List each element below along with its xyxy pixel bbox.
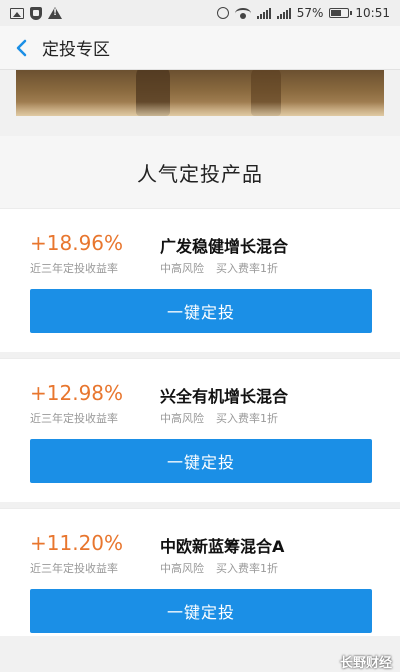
product-return-rate: +11.20% — [30, 531, 124, 555]
product-name[interactable]: 中欧新蓝筹混合A — [160, 533, 284, 557]
warning-icon — [48, 7, 62, 19]
wifi-icon — [234, 7, 251, 19]
product-risk: 中高风险 — [160, 562, 204, 575]
product-return-label: 近三年定投收益率 — [30, 412, 118, 425]
product-name[interactable]: 兴全有机增长混合 — [160, 383, 288, 407]
signal-icon — [276, 7, 291, 19]
product-meta: 中高风险 买入费率1折 — [160, 260, 278, 276]
watermark: 长野财经 — [339, 656, 392, 671]
product-risk: 中高风险 — [160, 412, 204, 425]
alarm-icon — [216, 7, 229, 19]
one-click-invest-button[interactable]: 一键定投 — [30, 589, 372, 633]
image-icon — [10, 7, 24, 19]
shield-icon — [30, 6, 42, 20]
one-click-invest-button[interactable]: 一键定投 — [30, 439, 372, 483]
product-meta: 中高风险 买入费率1折 — [160, 560, 278, 576]
section-title: 人气定投产品 — [137, 161, 263, 186]
nav-bar: 定投专区 — [0, 26, 400, 70]
clock-time: 10:51 — [355, 6, 390, 20]
one-click-invest-button[interactable]: 一键定投 — [30, 289, 372, 333]
product-return-label: 近三年定投收益率 — [30, 262, 118, 275]
product-card: +12.98% 近三年定投收益率 兴全有机增长混合 中高风险 买入费率1折 一键… — [0, 358, 400, 502]
status-bar: 57% 10:51 — [0, 0, 400, 26]
status-right: 57% 10:51 — [216, 6, 390, 20]
product-fee: 买入费率1折 — [216, 262, 278, 275]
signal-icon — [256, 7, 271, 19]
section-header: 人气定投产品 — [0, 136, 400, 208]
chevron-left-icon[interactable] — [12, 39, 30, 57]
product-name[interactable]: 广发稳健增长混合 — [160, 233, 288, 257]
product-meta: 中高风险 买入费率1折 — [160, 410, 278, 426]
product-return-rate: +12.98% — [30, 381, 124, 405]
product-return-rate: +18.96% — [30, 231, 124, 255]
product-fee: 买入费率1折 — [216, 412, 278, 425]
battery-percent: 57% — [296, 6, 324, 20]
battery-icon — [329, 8, 353, 18]
product-return-label: 近三年定投收益率 — [30, 562, 118, 575]
product-card: +11.20% 近三年定投收益率 中欧新蓝筹混合A 中高风险 买入费率1折 一键… — [0, 508, 400, 636]
product-card: +18.96% 近三年定投收益率 广发稳健增长混合 中高风险 买入费率1折 一键… — [0, 208, 400, 352]
banner-image[interactable] — [16, 70, 384, 116]
product-risk: 中高风险 — [160, 262, 204, 275]
status-left — [10, 6, 62, 20]
product-fee: 买入费率1折 — [216, 562, 278, 575]
page-title: 定投专区 — [42, 40, 110, 60]
